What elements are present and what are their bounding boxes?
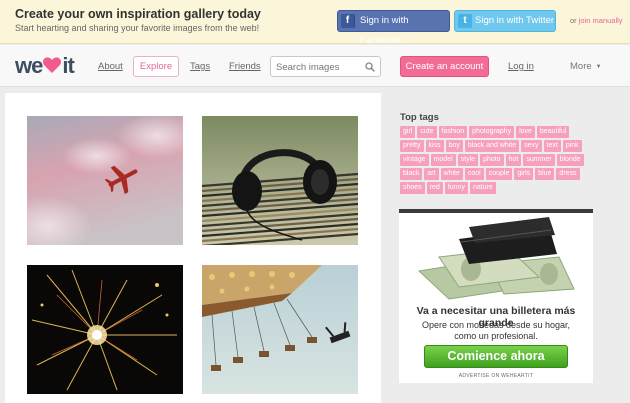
twitter-signin-button[interactable]: t Sign in with Twitter	[454, 10, 556, 32]
tag-chip[interactable]: kiss	[425, 140, 444, 152]
tag-chip[interactable]: text	[543, 140, 561, 152]
main-navbar: weit About Explore Tags Friends Create a…	[0, 45, 630, 87]
sidebar: Top tags girl cute fashion photography love b…	[393, 93, 623, 403]
image-grid	[5, 93, 381, 403]
ad-footer[interactable]: ADVERTISE ON WEHEARTIT	[399, 373, 593, 379]
tag-chip[interactable]: shoes	[400, 182, 425, 194]
chevron-down-icon: ▼	[595, 64, 602, 70]
sparklers-photo[interactable]	[27, 265, 183, 394]
facebook-icon: f	[341, 14, 355, 28]
tag-chip[interactable]: blonde	[556, 154, 584, 166]
tag-chip[interactable]: pretty	[400, 140, 424, 152]
tag-chip[interactable]: black	[400, 168, 423, 180]
tag-chip[interactable]: style	[457, 154, 479, 166]
banner-subtitle: Start hearting and sharing your favorite…	[15, 23, 260, 33]
join-manually-link[interactable]: join manually	[579, 16, 623, 25]
swing-carousel-photo[interactable]	[202, 265, 358, 394]
login-link[interactable]: Log in	[508, 61, 534, 72]
wallet-money-image	[399, 209, 593, 303]
nav-tags[interactable]: Tags	[190, 61, 210, 72]
ad-cta-button[interactable]: Comience ahora	[424, 345, 568, 368]
tag-chip[interactable]: blue	[535, 168, 555, 180]
top-tags-title: Top tags	[400, 112, 439, 123]
tag-chip[interactable]: boy	[445, 140, 463, 152]
twitter-signin-label: Sign in with Twitter	[475, 15, 555, 26]
tag-chip[interactable]: couple	[485, 168, 513, 180]
heart-icon	[43, 57, 62, 73]
tag-chip[interactable]: art	[424, 168, 439, 180]
tag-chip[interactable]: fashion	[438, 126, 468, 138]
twitter-icon: t	[458, 14, 472, 28]
tag-chip[interactable]: girl	[400, 126, 416, 138]
search-icon[interactable]	[365, 62, 375, 72]
tag-chip[interactable]: hot	[505, 154, 522, 166]
tag-chip[interactable]: cute	[417, 126, 437, 138]
tag-chip[interactable]: nature	[469, 182, 496, 194]
tag-chip[interactable]: pink	[562, 140, 582, 152]
tag-chip[interactable]: vintage	[400, 154, 429, 166]
headphones-records-photo[interactable]	[202, 116, 358, 245]
airplane-sky-photo[interactable]	[27, 116, 183, 245]
more-menu[interactable]: More ▼	[570, 61, 602, 72]
wallet-advertisement[interactable]: Va a necesitar una billetera más grande …	[399, 209, 593, 383]
nav-about[interactable]: About	[98, 61, 123, 72]
tag-chip[interactable]: cool	[464, 168, 484, 180]
tag-chip[interactable]: sexy	[521, 140, 542, 152]
tag-chip[interactable]: model	[430, 154, 456, 166]
signup-banner: Create your own inspiration gallery toda…	[0, 0, 630, 46]
or-join-text: or join manually	[570, 16, 623, 25]
tag-chip[interactable]: summer	[523, 154, 555, 166]
tag-chip[interactable]: funny	[444, 182, 468, 194]
tag-chip[interactable]: white	[440, 168, 463, 180]
tag-chip[interactable]: black and white	[464, 140, 520, 152]
logo-text-we: we	[15, 53, 43, 78]
tag-chip[interactable]: love	[516, 126, 535, 138]
tag-chip[interactable]: red	[426, 182, 443, 194]
logo-text-it: it	[62, 53, 74, 78]
more-label: More	[570, 61, 592, 72]
tag-chip[interactable]: dress	[556, 168, 580, 180]
tag-chip[interactable]: photography	[469, 126, 515, 138]
facebook-signin-button[interactable]: f Sign in with Facebook	[337, 10, 450, 46]
search-input[interactable]	[276, 60, 364, 74]
banner-title: Create your own inspiration gallery toda…	[15, 7, 261, 21]
weheartit-logo[interactable]: we it	[15, 53, 75, 78]
tag-chip[interactable]: girls	[514, 168, 534, 180]
create-account-button[interactable]: Create an account	[400, 56, 489, 77]
tag-chip[interactable]: photo	[480, 154, 504, 166]
tag-chip[interactable]: beautiful	[536, 126, 570, 138]
top-tags-list: girl cute fashion photography love beautiful p…	[400, 126, 590, 194]
search-box	[270, 56, 381, 77]
nav-friends[interactable]: Friends	[229, 61, 261, 72]
nav-explore[interactable]: Explore	[133, 56, 179, 77]
ad-body-text: Opere con monedas desde su hogar, como u…	[421, 320, 571, 341]
or-label: or	[570, 16, 577, 25]
